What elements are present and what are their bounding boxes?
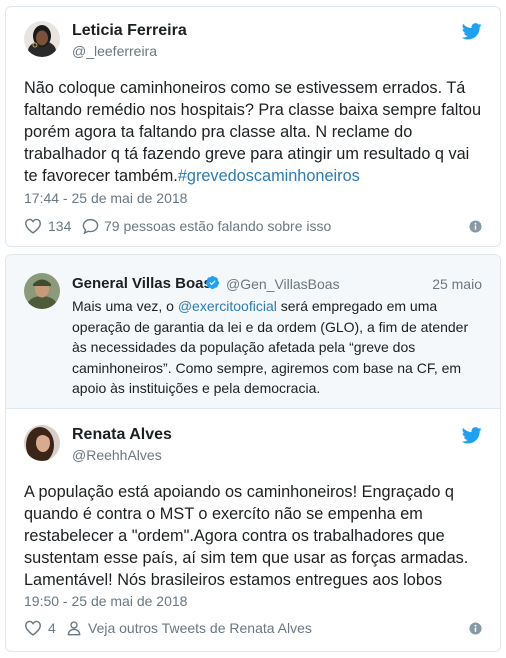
- verified-badge-icon: [205, 275, 220, 290]
- avatar[interactable]: [24, 21, 60, 57]
- info-icon[interactable]: [469, 220, 482, 233]
- hashtag-link[interactable]: #grevedoscaminhoneiros: [178, 167, 360, 185]
- speech-bubble-icon: [82, 218, 99, 234]
- heart-icon: [24, 620, 42, 636]
- tweet-timestamp[interactable]: 25 maio: [432, 276, 482, 292]
- like-button[interactable]: 4: [24, 620, 56, 636]
- avatar[interactable]: [24, 425, 60, 461]
- profile-link[interactable]: Veja outros Tweets de Renata Alves: [66, 620, 312, 636]
- author-name[interactable]: Renata Alves: [72, 426, 172, 444]
- tweet-card-leticia[interactable]: Leticia Ferreira @_leeferreira Não coloq…: [5, 6, 501, 247]
- quoted-tweet-card[interactable]: General Villas Boas @Gen_VillasBoas 25 m…: [5, 254, 501, 409]
- tweet-text: Não coloque caminhoneiros como se estive…: [24, 77, 486, 187]
- tweet-text: A população está apoiando os caminhoneir…: [24, 483, 469, 589]
- tweet-card-renata[interactable]: Renata Alves @ReehhAlves A população est…: [5, 408, 501, 652]
- tweet-header: Renata Alves @ReehhAlves: [24, 425, 482, 465]
- quoted-text-before: Mais uma vez, o: [72, 298, 178, 314]
- tweet-actions: 134 79 pessoas estão falando sobre isso: [24, 218, 482, 238]
- mention-link[interactable]: @exercitooficial: [178, 298, 277, 314]
- tweet-header: Leticia Ferreira @_leeferreira: [24, 21, 482, 61]
- author-handle[interactable]: @_leeferreira: [72, 43, 157, 59]
- info-icon[interactable]: [469, 622, 482, 635]
- twitter-bird-icon[interactable]: [462, 23, 482, 40]
- avatar[interactable]: [24, 273, 60, 309]
- author-name[interactable]: General Villas Boas: [72, 275, 212, 292]
- like-button[interactable]: 134: [24, 218, 71, 234]
- like-count: 4: [48, 620, 56, 636]
- conversation-text: 79 pessoas estão falando sobre isso: [104, 218, 332, 234]
- author-handle[interactable]: @ReehhAlves: [72, 447, 162, 463]
- tweet-timestamp[interactable]: 17:44 - 25 de mai de 2018: [24, 190, 187, 206]
- person-icon: [67, 621, 81, 636]
- quoted-tweet-text: Mais uma vez, o @exercitooficial será em…: [72, 296, 476, 399]
- tweet-actions: 4 Veja outros Tweets de Renata Alves: [24, 620, 482, 640]
- tweet-timestamp[interactable]: 19:50 - 25 de mai de 2018: [24, 593, 187, 609]
- profile-link-text: Veja outros Tweets de Renata Alves: [88, 620, 312, 636]
- author-name[interactable]: Leticia Ferreira: [72, 22, 187, 40]
- like-count: 134: [48, 218, 72, 234]
- conversation-link[interactable]: 79 pessoas estão falando sobre isso: [82, 218, 331, 234]
- author-handle[interactable]: @Gen_VillasBoas: [226, 276, 340, 292]
- twitter-bird-icon[interactable]: [462, 427, 482, 444]
- heart-icon: [24, 218, 42, 234]
